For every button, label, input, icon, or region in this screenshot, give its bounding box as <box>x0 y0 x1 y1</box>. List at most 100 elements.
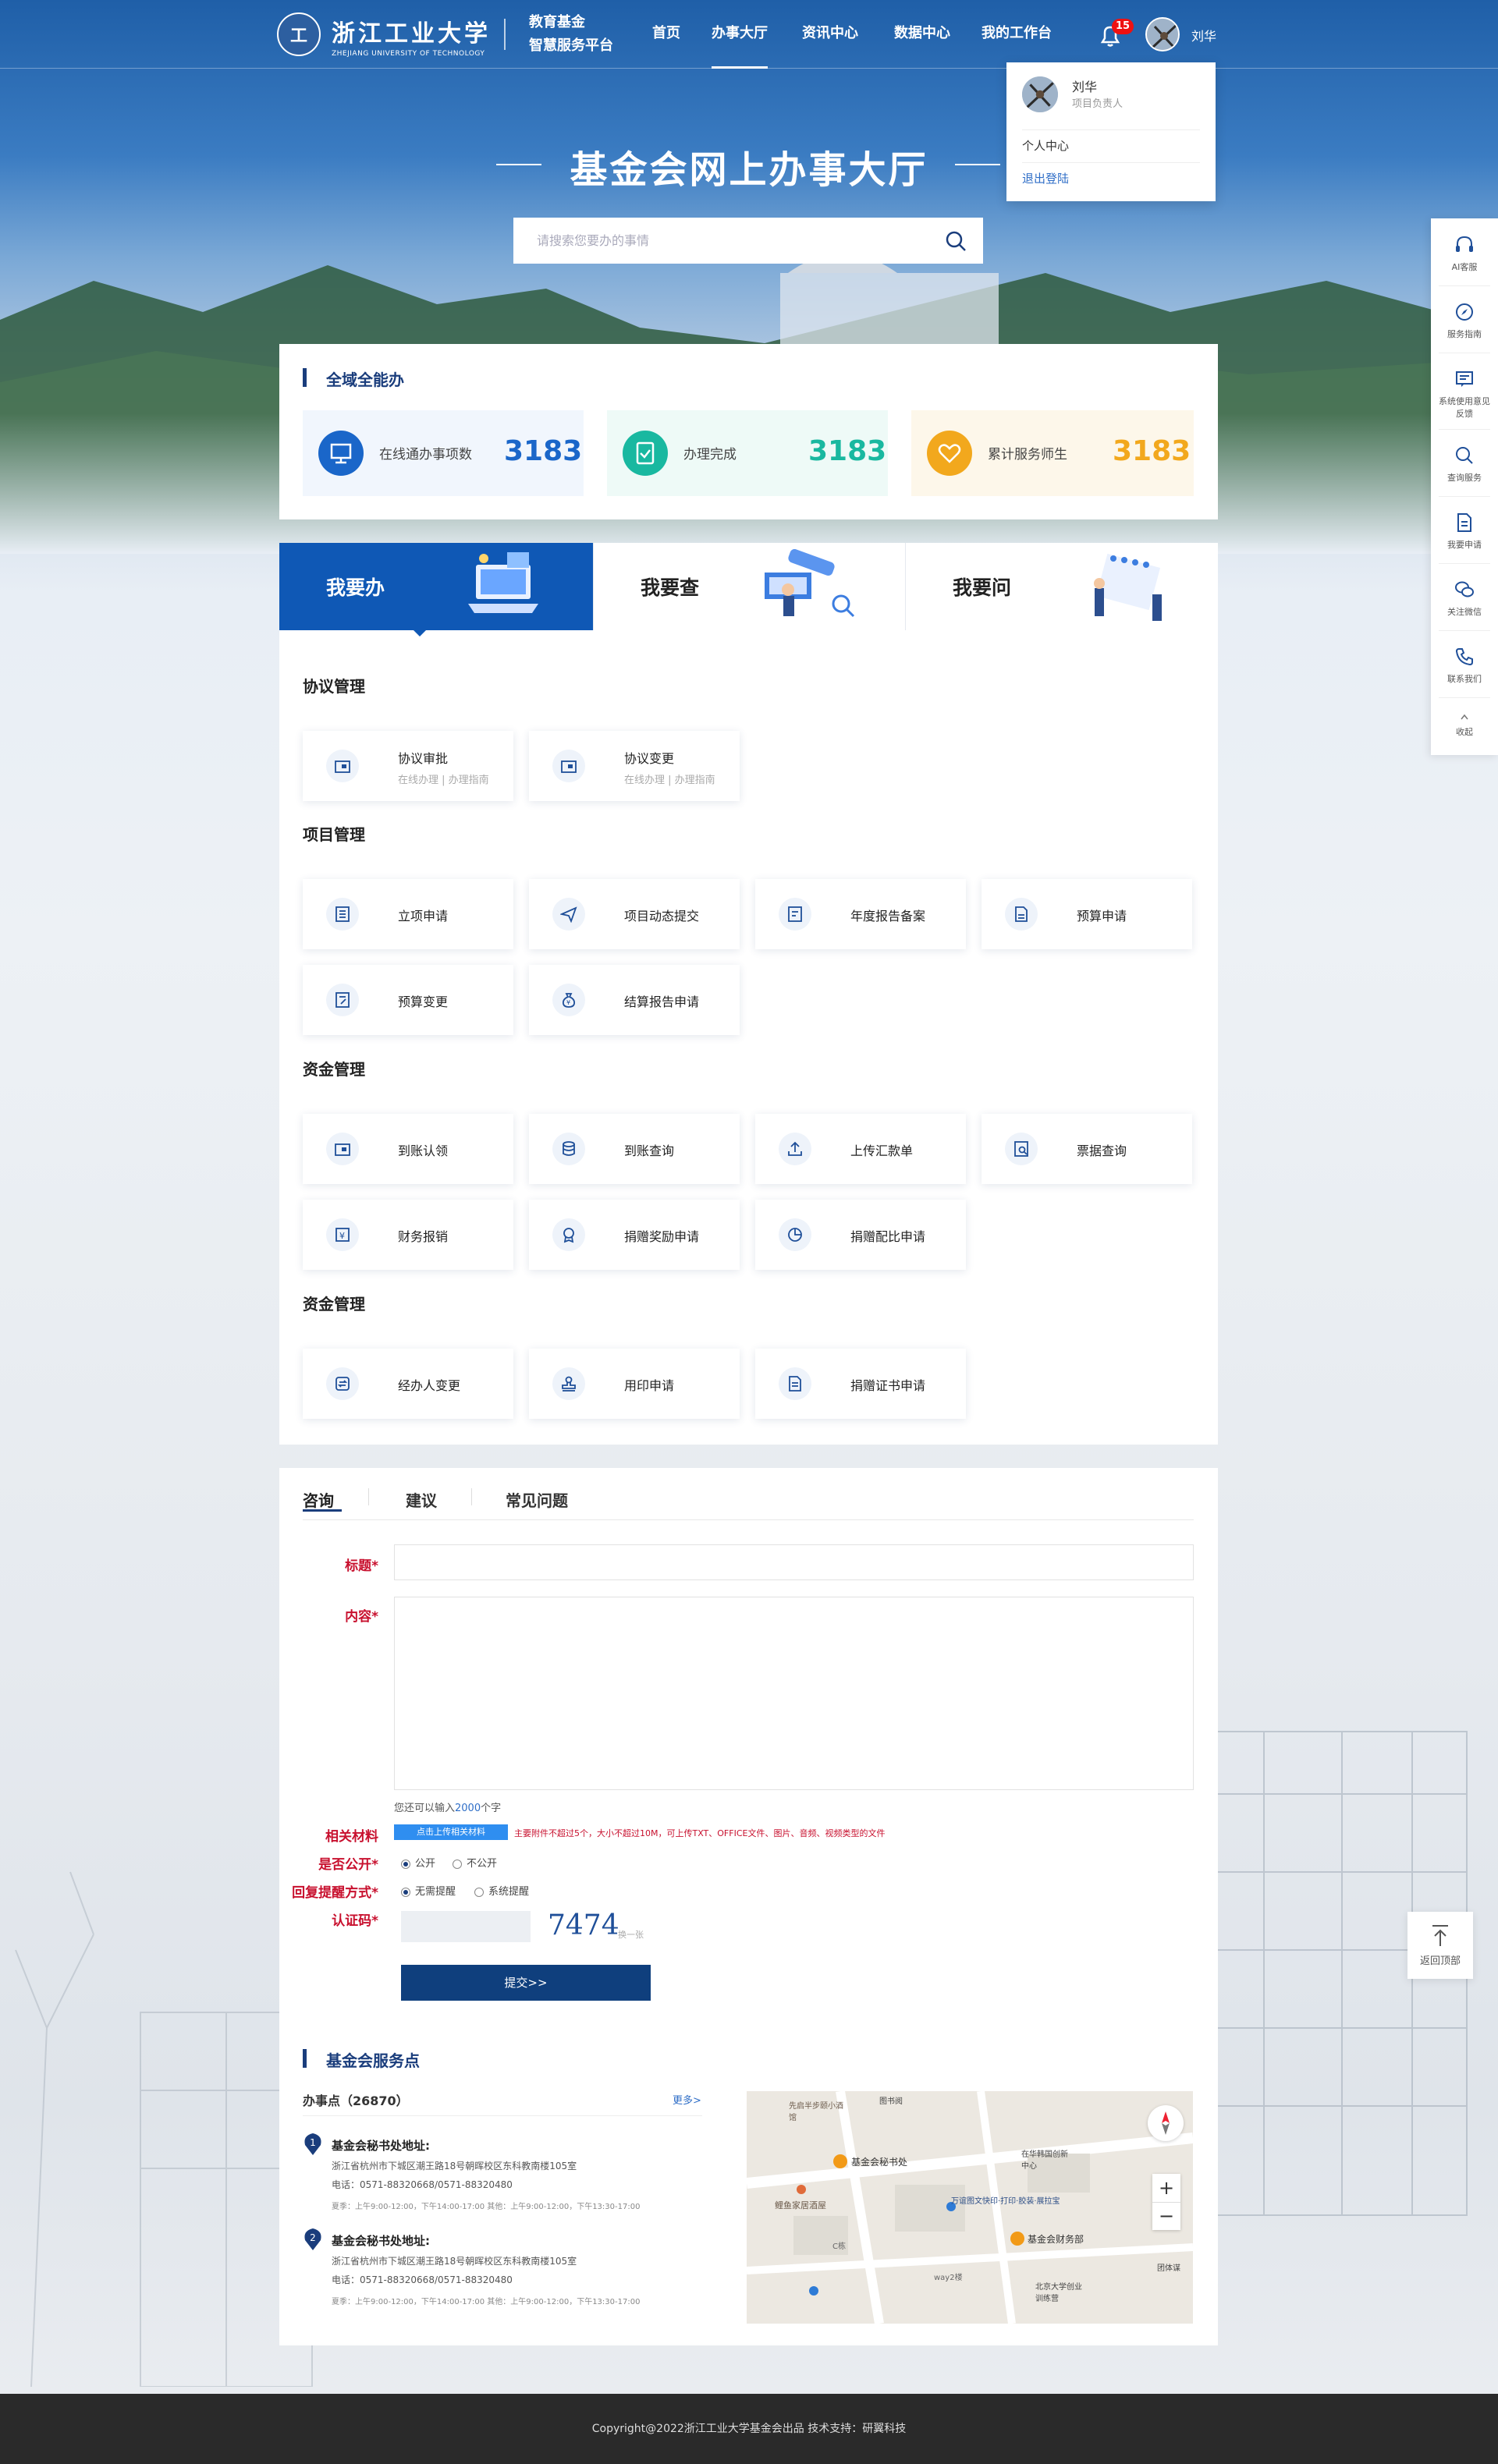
nav-home[interactable]: 首页 <box>652 22 680 69</box>
service-card-invoice-query[interactable]: 票据查询 <box>982 1114 1192 1184</box>
search-input[interactable] <box>513 218 935 264</box>
captcha-input[interactable] <box>401 1911 531 1942</box>
service-card-seal-application[interactable]: 用印申请 <box>529 1349 740 1419</box>
service-card-agreement-approval[interactable]: 协议审批 在线办理 | 办理指南 <box>303 731 513 801</box>
service-card-donation-certificate[interactable]: 捐赠证书申请 <box>755 1349 966 1419</box>
service-card-receipt-query[interactable]: 到账查询 <box>529 1114 740 1184</box>
category-project-title: 项目管理 <box>303 825 365 844</box>
sidebar-item-ai-service[interactable]: AI客服 <box>1431 234 1498 273</box>
sidebar-divider <box>1439 630 1490 631</box>
sidebar-item-wechat[interactable]: 关注微信 <box>1431 579 1498 618</box>
header-divider <box>504 19 506 50</box>
tab-todo[interactable]: 我要办 <box>279 543 593 630</box>
notification-badge: 15 <box>1112 19 1134 34</box>
service-card-budget-application[interactable]: 预算申请 <box>982 879 1192 949</box>
back-to-top-label: 返回顶部 <box>1419 1955 1461 1967</box>
document-icon <box>1005 898 1038 931</box>
submit-button[interactable]: 提交>> <box>401 1965 651 2001</box>
service-card-donation-matching[interactable]: 捐赠配比申请 <box>755 1200 966 1270</box>
location-map[interactable]: 基金会秘书处 基金会财务部 鲤鱼家居酒屋 万谊图文快印·打印·胶装·展拉宝 在华… <box>747 2091 1193 2324</box>
sidebar-item-feedback[interactable]: 系统使用意见反馈 <box>1431 368 1498 420</box>
overview-title: 全域全能办 <box>326 370 404 389</box>
service-card-label: 项目动态提交 <box>624 909 700 924</box>
footer-copyright: Copyright@2022浙江工业大学基金会出品 技术支持：研翼科技 <box>0 2394 1498 2464</box>
dropdown-user-role: 项目负责人 <box>1072 98 1124 110</box>
stat-online-items: 在线通办事项数 3183 <box>303 410 584 496</box>
tab-faq[interactable]: 常见问题 <box>506 1488 568 1511</box>
sidebar-item-label: 服务指南 <box>1447 329 1482 339</box>
radio-system-remind[interactable]: 系统提醒 <box>474 1883 529 1898</box>
map-label: way2楼 <box>934 2274 963 2282</box>
radio-no-remind[interactable]: 无需提醒 <box>401 1883 456 1898</box>
zoom-out-button[interactable]: − <box>1152 2202 1180 2230</box>
nav-service-hall[interactable]: 办事大厅 <box>712 22 768 69</box>
nav-data-center[interactable]: 数据中心 <box>894 22 950 69</box>
title-right-line <box>955 164 1000 165</box>
service-card-label: 预算申请 <box>1077 909 1127 924</box>
service-card-label: 捐赠奖励申请 <box>624 1229 700 1244</box>
tab-suggestion[interactable]: 建议 <box>406 1488 437 1511</box>
wallet-icon <box>326 1133 359 1165</box>
search-icon[interactable] <box>944 229 967 253</box>
list-icon <box>326 898 359 931</box>
tab-consult[interactable]: 咨询 <box>303 1488 334 1511</box>
sidebar-item-contact[interactable]: 联系我们 <box>1431 646 1498 685</box>
back-to-top-button[interactable]: 返回顶部 <box>1407 1912 1473 1979</box>
sidebar-item-apply[interactable]: 我要申请 <box>1431 512 1498 551</box>
service-card-reimbursement[interactable]: ¥ 财务报销 <box>303 1200 513 1270</box>
menu-item-personal-center[interactable]: 个人中心 <box>1022 129 1200 161</box>
sidebar-item-query[interactable]: 查询服务 <box>1431 445 1498 484</box>
section-marker <box>303 2049 307 2068</box>
point-2-name: 基金会秘书处地址: <box>332 2234 430 2248</box>
radio-not-public[interactable]: 不公开 <box>453 1855 497 1870</box>
header-user-name[interactable]: 刘华 <box>1191 26 1216 44</box>
service-card-handler-change[interactable]: 经办人变更 <box>303 1349 513 1419</box>
point-2-address: 浙江省杭州市下城区潮王路18号朝晖校区东科教南楼105室 <box>332 2256 577 2267</box>
service-card-settlement-report[interactable]: ¥ 结算报告申请 <box>529 965 740 1035</box>
service-card-links[interactable]: 在线办理 | 办理指南 <box>624 771 715 786</box>
zoom-in-button[interactable]: + <box>1152 2174 1180 2202</box>
service-card-claim-receipt[interactable]: 到账认领 <box>303 1114 513 1184</box>
arrow-up-icon <box>1432 1925 1448 1946</box>
right-sidebar-toolbar: AI客服 服务指南 系统使用意见反馈 查询服务 我要申请 关注微信 联系我们 收… <box>1431 218 1498 755</box>
nav-news-center[interactable]: 资讯中心 <box>802 22 858 69</box>
map-label: 鲤鱼家居酒屋 <box>775 2200 826 2211</box>
nav-my-workspace[interactable]: 我的工作台 <box>982 22 1052 69</box>
hero-title: 基金会网上办事大厅 <box>570 148 928 192</box>
message-icon <box>1456 371 1473 387</box>
service-card-budget-change[interactable]: 预算变更 <box>303 965 513 1035</box>
service-card-links[interactable]: 在线办理 | 办理指南 <box>398 771 489 786</box>
service-card-annual-report[interactable]: 年度报告备案 <box>755 879 966 949</box>
stat-value: 3183 <box>1113 435 1191 467</box>
service-card-agreement-change[interactable]: 协议变更 在线办理 | 办理指南 <box>529 731 740 801</box>
service-card-label: 结算报告申请 <box>624 994 700 1009</box>
service-card-label: 立项申请 <box>398 909 449 924</box>
service-card-project-application[interactable]: 立项申请 <box>303 879 513 949</box>
service-card-donation-award[interactable]: 捐赠奖励申请 <box>529 1200 740 1270</box>
radio-label: 不公开 <box>467 1858 498 1870</box>
compass-icon[interactable] <box>1148 2105 1184 2141</box>
title-input[interactable] <box>394 1544 1194 1580</box>
radio-public[interactable]: 公开 <box>401 1855 435 1870</box>
avatar-image <box>1147 19 1178 50</box>
compass-guide-icon <box>1456 303 1473 321</box>
service-card-project-update[interactable]: 项目动态提交 <box>529 879 740 949</box>
content-textarea[interactable] <box>394 1597 1194 1790</box>
svg-text:1: 1 <box>310 2137 316 2148</box>
captcha-label-text: 认证码 <box>332 1913 372 1929</box>
tab-bottom-border <box>303 1519 1194 1520</box>
more-link[interactable]: 更多> <box>673 2092 701 2107</box>
tab-ask[interactable]: 我要问 <box>905 543 1218 630</box>
captcha-refresh-link[interactable]: 换一张 <box>618 1928 644 1941</box>
sidebar-collapse-button[interactable]: 收起 <box>1431 713 1498 738</box>
menu-item-logout[interactable]: 退出登陆 <box>1022 162 1200 193</box>
tab-query[interactable]: 我要查 <box>593 543 905 630</box>
university-logo[interactable]: 工 <box>277 12 321 56</box>
stat-value: 3183 <box>808 435 887 467</box>
user-avatar[interactable] <box>1145 17 1180 51</box>
service-card-upload-remittance[interactable]: 上传汇款单 <box>755 1114 966 1184</box>
dropdown-user-name: 刘华 <box>1072 80 1098 94</box>
sidebar-item-service-guide[interactable]: 服务指南 <box>1431 301 1498 340</box>
upload-button[interactable]: 点击上传相关材料 <box>394 1824 508 1840</box>
paper-plane-icon <box>552 898 585 931</box>
